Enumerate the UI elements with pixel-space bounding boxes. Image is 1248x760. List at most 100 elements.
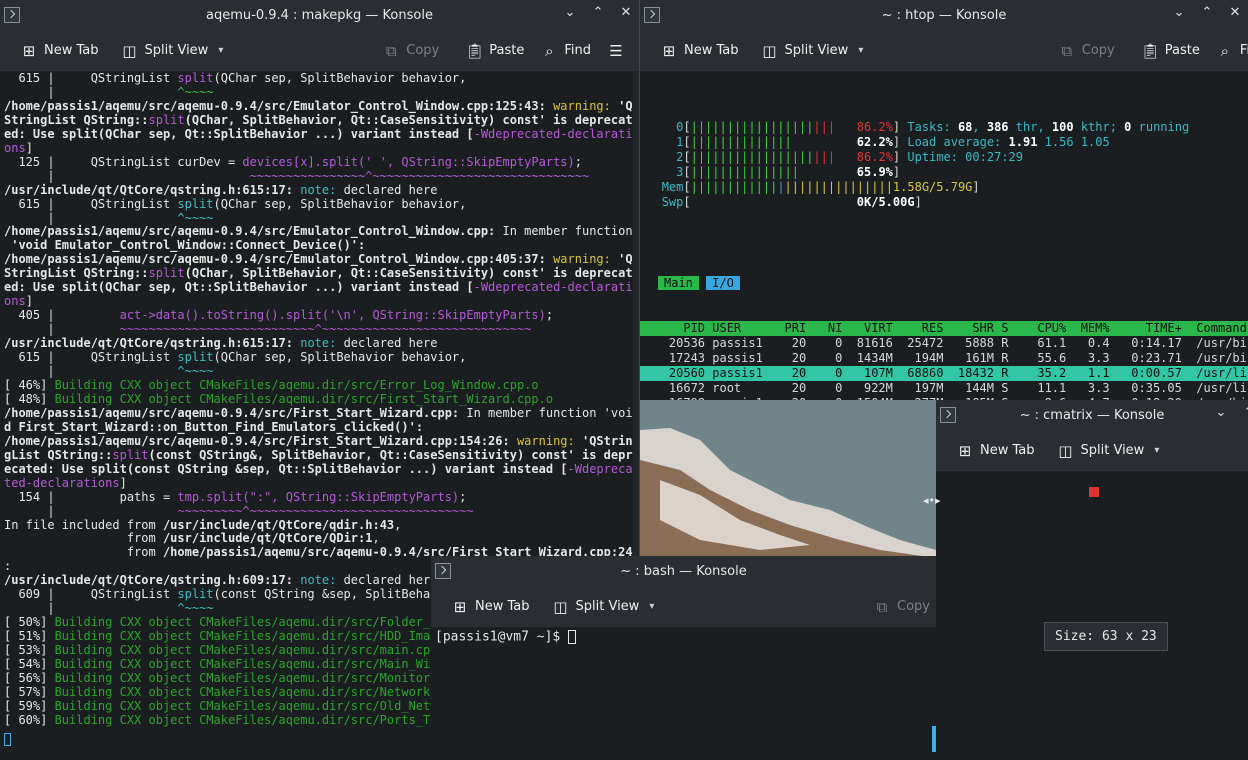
split-view-button[interactable]: ◫ Split View ▾: [546, 594, 661, 620]
close-icon[interactable]: ✕: [619, 5, 633, 20]
terminal-text: (QChar sep, SplitBehavior behavior,: [213, 350, 467, 365]
new-tab-button[interactable]: ⊞ New Tab: [654, 38, 745, 64]
terminal-text: 'QStrin: [581, 433, 633, 448]
title-bar[interactable]: ~ : cmatrix — Konsole ⌄ ⌃: [936, 400, 1248, 430]
paste-button[interactable]: 📋︎ Paste: [459, 38, 530, 64]
terminal-line: /home/passis1/aqemu/src/aqemu-0.9.4/src/…: [4, 433, 639, 449]
window-title: aqemu-0.9.4 : makepkg — Konsole: [206, 7, 433, 23]
size-popup: Size: 63 x 23: [1044, 622, 1168, 651]
terminal-text: ]: [25, 140, 33, 155]
terminal-line: [ 48%] Building CXX object CMakeFiles/aq…: [4, 392, 639, 407]
table-row[interactable]: 20536 passis1 20 0 81616 25472 5888 R 61…: [640, 336, 1248, 351]
terminal-text: ()':: [394, 419, 424, 434]
terminal-text: ted-declarations: [4, 475, 120, 490]
maximize-icon[interactable]: ⌃: [1200, 5, 1214, 20]
terminal-text: ^~~~~: [177, 84, 214, 99]
split-view-icon: ◫: [122, 41, 137, 60]
chevron-down-icon[interactable]: ▾: [858, 45, 863, 56]
terminal-text: StringList QString::: [4, 112, 149, 127]
terminal-line: gList QString::split(const QString&, Spl…: [4, 447, 639, 463]
terminal-text: In member function: [502, 224, 633, 239]
terminal-line: ed: Use split(QChar sep, Qt::SplitBehavi…: [4, 280, 639, 295]
chevron-down-icon[interactable]: ▾: [1154, 445, 1159, 456]
terminal-text: devices[x].split(' ', QString::SkipEmpty…: [242, 154, 575, 169]
terminal-text: ed: Use split(QChar sep, Qt::SplitBehavi…: [4, 126, 474, 141]
htop-view[interactable]: 0[|||||||||||||||||||| 86.2%] Tasks: 68,…: [640, 72, 1248, 400]
terminal-line: /home/passis1/aqemu/src/aqemu-0.9.4/src/…: [4, 225, 639, 239]
paste-button[interactable]: 📋︎ Paste: [1135, 38, 1206, 64]
table-header[interactable]: PID USER PRI NI VIRT RES SHR S CPU% MEM%…: [640, 321, 1248, 336]
split-view-button[interactable]: ◫ Split View ▾: [1051, 438, 1166, 464]
new-tab-button[interactable]: ⊞ New Tab: [950, 438, 1041, 464]
process-table[interactable]: PID USER PRI NI VIRT RES SHR S CPU% MEM%…: [640, 321, 1248, 400]
htop-meters: 0[|||||||||||||||||||| 86.2%] Tasks: 68,…: [640, 120, 1248, 210]
terminal-text: |: [4, 503, 178, 518]
split-view-icon: ◫: [762, 41, 777, 60]
close-icon[interactable]: ✕: [1228, 5, 1242, 20]
konsole-app-icon[interactable]: [435, 563, 451, 579]
title-bar[interactable]: aqemu-0.9.4 : makepkg — Konsole ⌄ ⌃ ✕: [0, 0, 639, 30]
terminal-text: -Wdeprecated-declarati: [473, 126, 633, 141]
new-tab-icon: ⊞: [958, 441, 972, 460]
chevron-down-icon[interactable]: ⌄: [1172, 5, 1186, 20]
terminal-line: 'void Emulator_Control_Window::Connect_D…: [4, 238, 639, 253]
new-tab-button[interactable]: ⊞ New Tab: [445, 594, 536, 620]
terminal-text: ~~~~~~~~~~~~~~~~~~~~~~~~~~~^~~~~~~~~~~~~…: [119, 322, 532, 337]
terminal-text: ons: [4, 294, 26, 309]
window-title: ~ : cmatrix — Konsole: [1019, 407, 1165, 423]
terminal-text: ~~~~~~~~~^~~~~~~~~~~~~~~~~~~~~~~~~~~~~~~…: [177, 503, 474, 518]
terminal-text: warning:: [553, 252, 619, 267]
terminal-text: (QChar, SplitBehavior, Qt::CaseSensitivi…: [184, 266, 633, 281]
terminal-text: 'void Emulator_Control_Window::: [4, 238, 236, 253]
terminal-line: d First_Start_Wizard::on_Button_Find_Emu…: [4, 419, 639, 435]
cpu-meter-row: 1[|||||||||||||| 62.2%] Load average: 1.…: [676, 135, 1110, 149]
split-view-button[interactable]: ◫ Split View ▾: [115, 38, 230, 64]
maximize-icon[interactable]: ⌃: [1242, 405, 1248, 420]
terminal-text: /usr/include/qt/QtCore/QDir:1: [162, 531, 373, 546]
konsole-app-icon[interactable]: [940, 407, 956, 423]
terminal-text: /usr/include/qt/QtCore/qstring.h:609:17:: [4, 573, 301, 588]
new-tab-icon: ⊞: [22, 41, 36, 60]
chevron-down-icon[interactable]: ⌄: [1214, 405, 1228, 420]
terminal-text: Building CXX object CMakeFiles/aqemu.dir…: [54, 377, 539, 392]
copy-button[interactable]: ⧉ Copy: [867, 594, 936, 620]
table-row[interactable]: 20560 passis1 20 0 107M 68860 18432 R 35…: [640, 366, 1248, 381]
terminal-line: /home/passis1/aqemu/src/aqemu-0.9.4/src/…: [4, 99, 639, 114]
chevron-down-icon[interactable]: ▾: [218, 45, 223, 56]
terminal-text: ()':: [336, 238, 366, 253]
new-tab-button[interactable]: ⊞ New Tab: [14, 38, 105, 64]
terminal-text: [ 57%]: [4, 684, 55, 699]
terminal-text: note:: [300, 336, 344, 351]
copy-button[interactable]: ⧉ Copy: [376, 38, 445, 64]
resize-handle-icon[interactable]: ◂•▸: [923, 494, 941, 507]
split-view-button[interactable]: ◫ Split View ▾: [755, 38, 870, 64]
title-bar[interactable]: ~ : htop — Konsole ⌄ ⌃ ✕: [640, 0, 1248, 30]
terminal-text: /usr/include/qt/QtCore/qstring.h:615:17:: [4, 182, 301, 197]
table-row[interactable]: 16672 root 20 0 922M 197M 144M S 11.1 3.…: [640, 381, 1248, 396]
konsole-app-icon[interactable]: [4, 7, 20, 23]
konsole-app-icon[interactable]: [644, 7, 660, 23]
terminal-text: split: [112, 447, 149, 462]
find-button[interactable]: ⌕Fi: [1210, 38, 1248, 64]
table-row[interactable]: 17243 passis1 20 0 1434M 194M 161M R 55.…: [640, 351, 1248, 366]
terminal-text: Building CXX object CMakeFiles/aqemu.dir…: [54, 643, 452, 658]
terminal-text: [ 59%]: [4, 698, 55, 713]
terminal-text: /usr/include/qt/QtCore/qstring.h:615:17:: [4, 336, 301, 351]
chevron-down-icon[interactable]: ⌄: [563, 5, 577, 20]
hamburger-menu-button[interactable]: ☰: [601, 38, 631, 64]
title-bar[interactable]: ~ : bash — Konsole: [431, 556, 936, 586]
maximize-icon[interactable]: ⌃: [591, 5, 605, 20]
copy-button[interactable]: ⧉ Copy: [1052, 38, 1121, 64]
scrollbar[interactable]: [932, 726, 936, 752]
tab-io[interactable]: I/O: [706, 276, 740, 290]
konsole-toolbar: ⊞ New Tab ◫ Split View ▾ ⧉ Copy 📋︎ Paste ⌕ Fin…: [0, 30, 639, 72]
terminal-text: [ 60%]: [4, 712, 55, 727]
chevron-down-icon[interactable]: ▾: [649, 601, 654, 612]
terminal-text: 125 | QStringList curDev =: [4, 154, 243, 169]
terminal-output[interactable]: [passis1@vm7 ~]$: [431, 628, 936, 644]
find-button[interactable]: ⌕ Find: [534, 38, 597, 64]
tab-main[interactable]: Main: [658, 276, 699, 290]
terminal-line: | ~~~~~~~~~~~~~~~~~~~~~~~~~~~^~~~~~~~~~~…: [4, 322, 639, 337]
terminal-line: StringList QString::split(QChar, SplitBe…: [4, 112, 639, 128]
htop-tabs: Main I/O: [640, 276, 1248, 291]
